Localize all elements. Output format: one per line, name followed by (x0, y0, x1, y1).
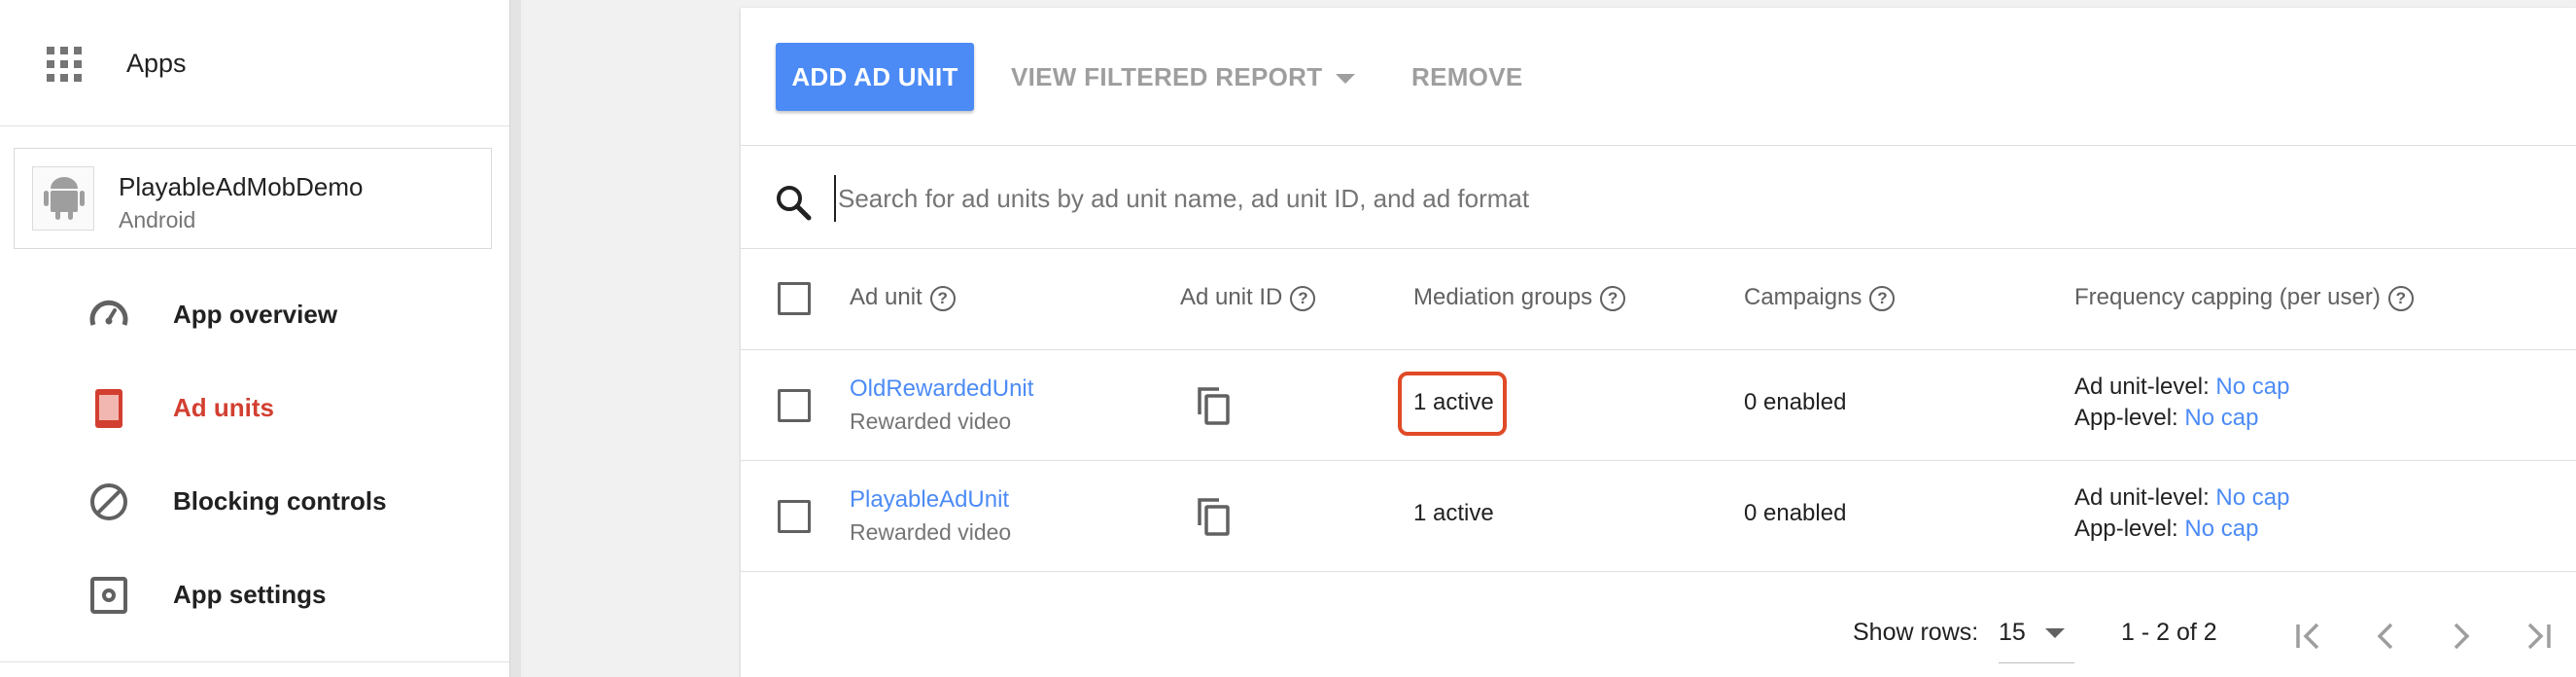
android-icon (32, 166, 94, 231)
sidebar-item-label: App settings (173, 580, 327, 609)
app-level-cap: App-level: No cap (2074, 405, 2258, 432)
chevron-down-icon (2045, 628, 2065, 638)
sidebar-item-blocking-controls[interactable]: Blocking controls (0, 457, 509, 545)
previous-page-icon[interactable] (2366, 617, 2405, 656)
app-level-label: App-level: (2074, 405, 2178, 431)
divider (0, 661, 509, 662)
app-level-cap: App-level: No cap (2074, 516, 2258, 543)
app-platform: Android (119, 207, 196, 232)
sidebar-item-ad-units[interactable]: Ad units (0, 364, 509, 451)
ad-unit-level-label: Ad unit-level: (2074, 374, 2210, 400)
app-name: PlayableAdMobDemo (119, 172, 364, 201)
add-ad-unit-button[interactable]: ADD AD UNIT (776, 43, 974, 111)
sidebar-item-app-overview[interactable]: App overview (0, 270, 509, 358)
column-header-ad-unit-id[interactable]: Ad unit ID? (1180, 284, 1316, 311)
select-all-checkbox[interactable] (778, 282, 811, 315)
ad-unit-level-label: Ad unit-level: (2074, 484, 2210, 511)
help-icon[interactable]: ? (1290, 285, 1316, 311)
caret-down-icon (1336, 73, 1356, 84)
ad-unit-icon (95, 389, 122, 428)
column-header-campaigns[interactable]: Campaigns? (1744, 284, 1896, 311)
column-header-label: Ad unit (850, 284, 922, 310)
help-icon[interactable]: ? (1869, 285, 1896, 311)
remove-button[interactable]: REMOVE (1411, 43, 1548, 111)
column-header-mediation-groups[interactable]: Mediation groups? (1413, 284, 1626, 311)
sidebar-item-label: Blocking controls (173, 486, 387, 516)
pagination: Show rows: 15 1 - 2 of 2 (741, 572, 2576, 677)
search-input[interactable] (834, 175, 2487, 222)
sidebar-resize-handle[interactable] (509, 0, 521, 677)
help-icon[interactable]: ? (2387, 285, 2414, 311)
show-rows-label: Show rows: (1853, 619, 1979, 646)
settings-icon (90, 577, 127, 614)
row-checkbox[interactable] (778, 389, 811, 422)
view-filtered-report-label: VIEW FILTERED REPORT (1011, 61, 1323, 91)
toolbar: ADD AD UNIT VIEW FILTERED REPORT REMOVE (741, 8, 2576, 146)
copy-icon[interactable] (1196, 385, 1231, 426)
app-level-cap-link[interactable]: No cap (2184, 516, 2258, 542)
table-row: PlayableAdUnit Rewarded video 1 active 0… (741, 461, 2576, 572)
table-row: OldRewardedUnit Rewarded video 1 active … (741, 350, 2576, 461)
ad-unit-level-cap-link[interactable]: No cap (2215, 374, 2289, 400)
page-range: 1 - 2 of 2 (2121, 619, 2217, 646)
first-page-icon[interactable] (2290, 617, 2329, 656)
ad-unit-name-link[interactable]: PlayableAdUnit (850, 486, 1009, 514)
sidebar-item-label: App overview (173, 300, 338, 329)
ad-unit-format: Rewarded video (850, 519, 1012, 545)
block-icon (90, 483, 127, 520)
next-page-icon[interactable] (2442, 617, 2481, 656)
row-checkbox[interactable] (778, 500, 811, 533)
ad-units-panel: ADD AD UNIT VIEW FILTERED REPORT REMOVE … (741, 8, 2576, 677)
search-icon (777, 186, 812, 221)
column-header-label: Ad unit ID (1180, 284, 1283, 310)
ad-unit-format: Rewarded video (850, 409, 1012, 434)
apps-label[interactable]: Apps (126, 49, 187, 79)
rows-per-page-value: 15 (1999, 619, 2026, 646)
sidebar: Apps PlayableAdMobDemo Android App overv… (0, 0, 509, 677)
table-header: Ad unit? Ad unit ID? Mediation groups? C… (741, 249, 2576, 350)
column-header-frequency-capping[interactable]: Frequency capping (per user)? (2074, 284, 2414, 311)
ad-unit-level-cap: Ad unit-level: No cap (2074, 374, 2289, 401)
campaigns-value: 0 enabled (1744, 389, 1847, 415)
help-icon[interactable]: ? (929, 285, 956, 311)
view-filtered-report-button[interactable]: VIEW FILTERED REPORT (1011, 43, 1361, 111)
last-page-icon[interactable] (2518, 617, 2557, 656)
column-header-label: Frequency capping (per user) (2074, 284, 2381, 310)
app-level-cap-link[interactable]: No cap (2184, 405, 2258, 431)
search-bar (741, 146, 2576, 249)
sidebar-item-label: Ad units (173, 393, 274, 422)
column-header-label: Campaigns (1744, 284, 1862, 310)
ad-unit-level-cap-link[interactable]: No cap (2215, 484, 2289, 511)
sidebar-item-app-settings[interactable]: App settings (0, 551, 509, 638)
highlight-box (1398, 372, 1507, 436)
ad-unit-level-cap: Ad unit-level: No cap (2074, 484, 2289, 512)
app-selector[interactable]: PlayableAdMobDemo Android (14, 148, 492, 249)
rows-per-page-select[interactable]: 15 (1999, 619, 2074, 663)
campaigns-value: 0 enabled (1744, 500, 1847, 526)
column-header-ad-unit[interactable]: Ad unit? (850, 284, 956, 311)
help-icon[interactable]: ? (1600, 285, 1626, 311)
apps-header: Apps (0, 0, 509, 126)
copy-icon[interactable] (1196, 496, 1231, 537)
app-level-label: App-level: (2074, 516, 2178, 542)
column-header-label: Mediation groups (1413, 284, 1593, 310)
apps-grid-icon[interactable] (47, 47, 82, 82)
speedometer-icon (89, 300, 128, 326)
ad-unit-name-link[interactable]: OldRewardedUnit (850, 375, 1033, 403)
mediation-groups-value[interactable]: 1 active (1413, 500, 1494, 527)
